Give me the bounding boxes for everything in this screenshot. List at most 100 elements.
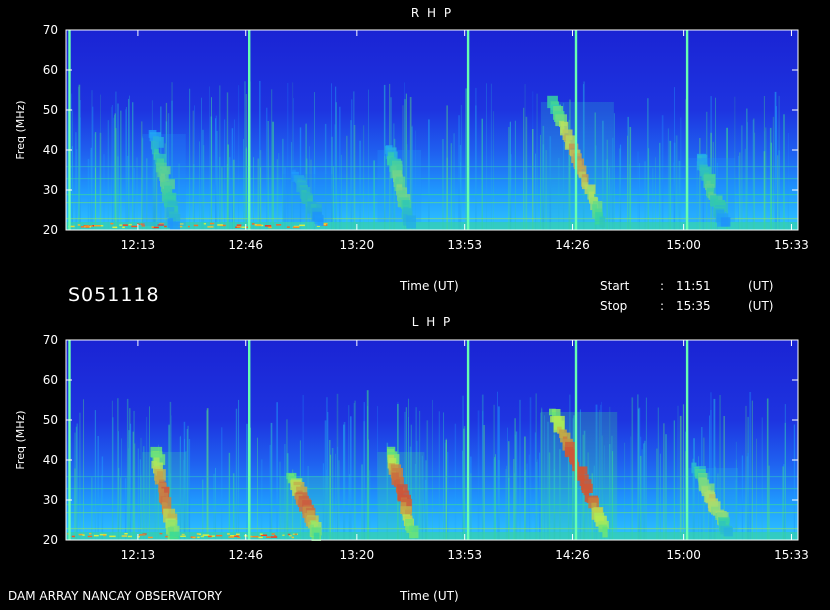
- noise-streak: [128, 448, 129, 540]
- noise-streak: [525, 116, 528, 230]
- low-freq-speckle: [251, 223, 255, 225]
- noise-streak: [775, 106, 777, 230]
- noise-streak: [260, 459, 263, 540]
- low-freq-speckle: [264, 225, 272, 227]
- noise-streak: [72, 109, 73, 230]
- low-freq-speckle: [128, 223, 132, 226]
- noise-streak: [515, 431, 518, 540]
- noise-streak: [663, 423, 665, 540]
- noise-streak: [351, 99, 353, 230]
- x-tick-label: 12:46: [228, 548, 263, 562]
- low-freq-speckle: [89, 532, 92, 535]
- low-freq-speckle: [200, 535, 205, 538]
- y-tick-label: 30: [43, 493, 58, 507]
- low-freq-speckle: [121, 535, 128, 537]
- low-freq-speckle: [124, 533, 128, 535]
- noise-streak: [266, 107, 268, 230]
- x-tick-label: 12:13: [121, 548, 156, 562]
- noise-streak: [111, 105, 113, 230]
- noise-streak: [238, 85, 240, 230]
- noise-streak: [643, 443, 644, 540]
- low-freq-speckle: [109, 535, 116, 538]
- time-marker: [685, 30, 689, 230]
- noise-streak: [747, 122, 748, 230]
- noise-streak: [647, 98, 649, 230]
- burst-halo: [540, 412, 618, 532]
- noise-streak: [446, 105, 448, 230]
- y-axis-label: Freq (MHz): [14, 100, 27, 159]
- noise-streak: [508, 477, 510, 540]
- noise-streak: [238, 399, 240, 540]
- low-freq-speckle: [77, 224, 81, 226]
- low-freq-speckle: [196, 533, 200, 535]
- noise-streak: [682, 404, 685, 540]
- time-marker: [248, 340, 251, 540]
- low-freq-speckle: [259, 533, 263, 535]
- low-freq-speckle: [210, 222, 215, 225]
- stop-colon: :: [660, 299, 665, 313]
- y-tick-label: 40: [43, 453, 58, 467]
- low-freq-speckle: [252, 535, 259, 538]
- noise-streak: [201, 97, 202, 230]
- noise-streak: [244, 81, 246, 230]
- noise-streak: [679, 415, 682, 540]
- low-freq-speckle: [228, 536, 235, 538]
- noise-streak: [187, 425, 189, 540]
- noise-streak: [645, 397, 647, 540]
- noise-streak: [483, 425, 485, 540]
- y-tick-label: 70: [43, 23, 58, 37]
- noise-streak: [524, 84, 526, 230]
- low-freq-speckle: [299, 224, 305, 227]
- noise-streak: [359, 140, 361, 230]
- noise-streak: [221, 427, 223, 540]
- noise-streak: [125, 109, 127, 230]
- low-freq-speckle: [274, 535, 277, 537]
- noise-streak: [137, 448, 139, 540]
- noise-streak: [498, 406, 500, 540]
- noise-streak: [454, 423, 457, 540]
- noise-streak: [245, 94, 248, 230]
- noise-streak: [210, 116, 213, 230]
- noise-streak: [343, 424, 345, 540]
- low-freq-speckle: [80, 226, 85, 228]
- noise-streak: [346, 135, 348, 230]
- noise-streak: [246, 423, 248, 540]
- noise-streak: [267, 121, 269, 230]
- noise-streak: [114, 115, 115, 230]
- low-freq-speckle: [207, 226, 214, 228]
- x-tick-label: 13:20: [340, 548, 375, 562]
- low-freq-speckle: [270, 536, 278, 538]
- low-freq-speckle: [217, 224, 223, 226]
- noise-streak: [129, 95, 130, 230]
- low-freq-speckle: [292, 226, 300, 229]
- noise-streak: [641, 449, 643, 540]
- noise-streak: [128, 98, 129, 231]
- noise-streak: [678, 160, 681, 230]
- burst-halo: [684, 468, 739, 532]
- noise-streak: [450, 143, 453, 230]
- noise-streak: [652, 168, 654, 230]
- x-tick-label: 15:33: [774, 238, 809, 252]
- noise-streak: [627, 135, 628, 230]
- noise-streak: [79, 100, 81, 230]
- low-freq-speckle: [192, 536, 195, 539]
- y-tick-label: 20: [43, 533, 58, 547]
- noise-streak: [133, 167, 135, 230]
- noise-streak: [354, 400, 356, 540]
- noise-streak: [486, 83, 487, 230]
- x-tick-label: 13:53: [447, 238, 482, 252]
- noise-streak: [458, 115, 460, 230]
- noise-streak: [228, 452, 231, 540]
- noise-streak: [529, 397, 532, 540]
- x-tick-label: 13:20: [340, 238, 375, 252]
- noise-streak: [745, 405, 747, 540]
- noise-streak: [463, 426, 466, 540]
- noise-streak: [120, 110, 122, 230]
- noise-streak: [680, 117, 682, 230]
- time-axis-label-top: Time (UT): [400, 279, 459, 293]
- noise-streak: [331, 448, 334, 540]
- noise-streak: [111, 400, 113, 540]
- noise-streak: [519, 399, 521, 540]
- low-freq-speckle: [207, 535, 212, 538]
- noise-streak: [129, 423, 132, 540]
